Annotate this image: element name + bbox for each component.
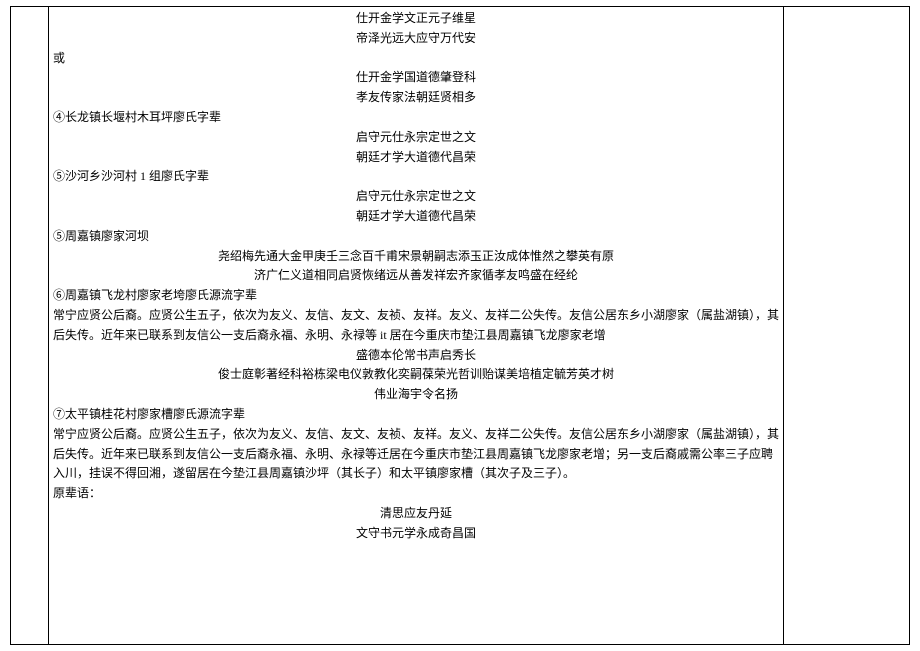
- or-text: 或: [53, 49, 779, 69]
- couplet-line: 文守书元学永成奇昌国: [53, 524, 779, 544]
- couplet-line: 尧绍梅先通大金甲庚壬三念百千甫宋景朝嗣志添玉正汝成体惟然之攀英有原: [53, 247, 779, 267]
- couplet-line: 仕开金学文正元子维星: [53, 9, 779, 29]
- couplet-line: 仕开金学国道德肇登科: [53, 68, 779, 88]
- main-content-cell: 仕开金学文正元子维星 帝泽光远大应守万代安 或 仕开金学国道德肇登科 孝友传家法…: [49, 7, 784, 645]
- couplet-line: 济广仁义道相同启贤恢绪远从善发祥宏齐家循孝友鸣盛在经纶: [53, 266, 779, 286]
- section-7-title: ⑦太平镇桂花村廖家槽廖氏源流字辈: [53, 405, 779, 425]
- couplet-line: 孝友传家法朝廷贤相多: [53, 88, 779, 108]
- couplet-line: 朝廷才学大道德代昌荣: [53, 148, 779, 168]
- couplet-line: 俊士庭彰著经科裕栋梁电仪敦教化奕嗣葆荣光哲训贻谋美培植定毓芳英才树: [53, 365, 779, 385]
- document-page: 仕开金学文正元子维星 帝泽光远大应守万代安 或 仕开金学国道德肇登科 孝友传家法…: [0, 0, 920, 651]
- section-5a-title: ⑤沙河乡沙河村 1 组廖氏字辈: [53, 167, 779, 187]
- couplet-line: 盛德本伦常书声启秀长: [53, 346, 779, 366]
- original-verse-label: 原辈语：: [53, 484, 779, 504]
- left-margin-cell: [11, 7, 49, 645]
- section-6-title: ⑥周嘉镇飞龙村廖家老垮廖氏源流字辈: [53, 286, 779, 306]
- couplet-line: 伟业海宇令名扬: [53, 385, 779, 405]
- layout-table: 仕开金学文正元子维星 帝泽光远大应守万代安 或 仕开金学国道德肇登科 孝友传家法…: [10, 6, 910, 645]
- couplet-line: 清思应友丹延: [53, 504, 779, 524]
- right-margin-cell: [784, 7, 910, 645]
- couplet-line: 帝泽光远大应守万代安: [53, 29, 779, 49]
- section-5b-title: ⑤周嘉镇廖家河坝: [53, 227, 779, 247]
- couplet-line: 启守元仕永宗定世之文: [53, 187, 779, 207]
- section-6-paragraph: 常宁应贤公后裔。应贤公生五子，依次为友义、友信、友文、友祯、友祥。友义、友祥二公…: [53, 306, 779, 346]
- couplet-line: 朝廷才学大道德代昌荣: [53, 207, 779, 227]
- couplet-line: 启守元仕永宗定世之文: [53, 128, 779, 148]
- section-7-paragraph: 常宁应贤公后裔。应贤公生五子，依次为友义、友信、友文、友祯、友祥。友义、友祥二公…: [53, 425, 779, 484]
- section-4-title: ④长龙镇长堰村木耳坪廖氏字辈: [53, 108, 779, 128]
